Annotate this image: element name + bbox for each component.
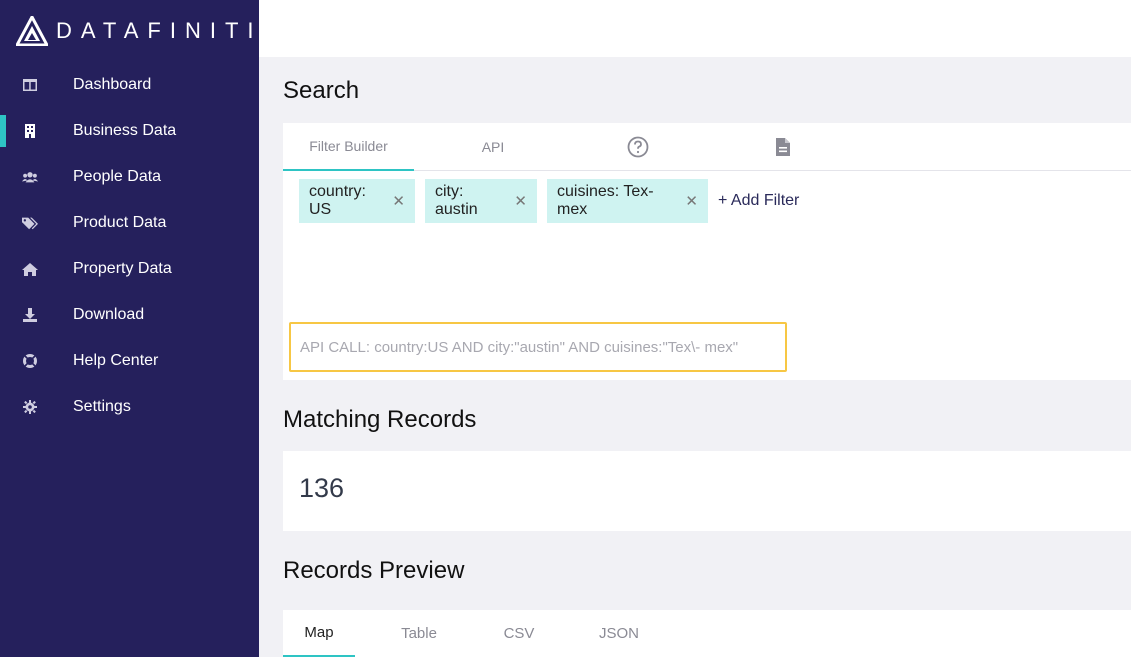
search-title: Search	[283, 77, 360, 104]
tab-table[interactable]: Table	[383, 610, 455, 657]
filter-chip-cuisines[interactable]: cuisines: Tex-mex ✕	[547, 179, 708, 223]
document-icon[interactable]	[771, 135, 795, 159]
filter-chip-city[interactable]: city: austin ✕	[425, 179, 537, 223]
people-icon	[22, 169, 38, 185]
close-icon[interactable]: ✕	[685, 192, 698, 210]
sidebar-item-label: Business Data	[73, 122, 177, 139]
sidebar-item-product-data[interactable]: Product Data	[0, 205, 259, 241]
records-preview-title: Records Preview	[283, 557, 465, 584]
records-preview-tabs: Map Table CSV JSON	[283, 610, 1131, 657]
filter-chip-label: cuisines: Tex-mex	[557, 183, 654, 218]
matching-records-card: 136	[283, 451, 1131, 531]
sidebar-item-settings[interactable]: Settings	[0, 389, 259, 425]
sidebar-item-label: People Data	[73, 168, 162, 185]
search-card: Filter Builder API country: US ✕ city: a…	[283, 123, 1131, 380]
add-filter-button[interactable]: + Add Filter	[718, 179, 799, 223]
sidebar-item-people-data[interactable]: People Data	[0, 159, 259, 195]
tags-icon	[22, 215, 38, 231]
tab-csv[interactable]: CSV	[483, 610, 555, 657]
gear-icon	[22, 399, 38, 415]
sidebar-item-label: Dashboard	[73, 76, 152, 93]
close-icon[interactable]: ✕	[392, 192, 405, 210]
tab-map[interactable]: Map	[283, 610, 355, 657]
filter-chip-country[interactable]: country: US ✕	[299, 179, 415, 223]
tab-api[interactable]: API	[443, 123, 543, 171]
help-circle-icon[interactable]	[626, 135, 650, 159]
sidebar-item-label: Download	[73, 306, 145, 323]
sidebar-item-label: Product Data	[73, 214, 167, 231]
filter-chip-label: city: austin	[435, 183, 478, 218]
sidebar-item-dashboard[interactable]: Dashboard	[0, 67, 259, 103]
sidebar-item-help-center[interactable]: Help Center	[0, 343, 259, 379]
download-icon	[22, 307, 38, 323]
building-icon	[22, 123, 38, 139]
datafiniti-logo-icon	[16, 16, 48, 46]
brand-logo[interactable]: DATAFINITI	[16, 16, 263, 46]
close-icon[interactable]: ✕	[514, 192, 527, 210]
home-icon	[22, 261, 38, 277]
search-tabs: Filter Builder API	[283, 123, 1131, 171]
dashboard-icon	[22, 77, 38, 93]
sidebar-item-label: Settings	[73, 398, 131, 415]
sidebar-item-label: Property Data	[73, 260, 172, 277]
matching-records-title: Matching Records	[283, 406, 477, 433]
brand-name: DATAFINITI	[56, 18, 263, 43]
tab-filter-builder[interactable]: Filter Builder	[283, 123, 414, 171]
sidebar-item-download[interactable]: Download	[0, 297, 259, 333]
sidebar-item-property-data[interactable]: Property Data	[0, 251, 259, 287]
api-call-display[interactable]: API CALL: country:US AND city:"austin" A…	[289, 322, 787, 372]
top-bar	[259, 0, 1131, 57]
filter-chip-label: country: US	[309, 183, 366, 218]
active-indicator	[0, 115, 6, 147]
lifebuoy-icon	[22, 353, 38, 369]
sidebar-item-label: Help Center	[73, 352, 159, 369]
tab-json[interactable]: JSON	[583, 610, 655, 657]
sidebar: DATAFINITI Dashboard Business Data Peopl…	[0, 0, 259, 657]
sidebar-item-business-data[interactable]: Business Data	[0, 113, 259, 149]
matching-records-count: 136	[299, 473, 345, 503]
